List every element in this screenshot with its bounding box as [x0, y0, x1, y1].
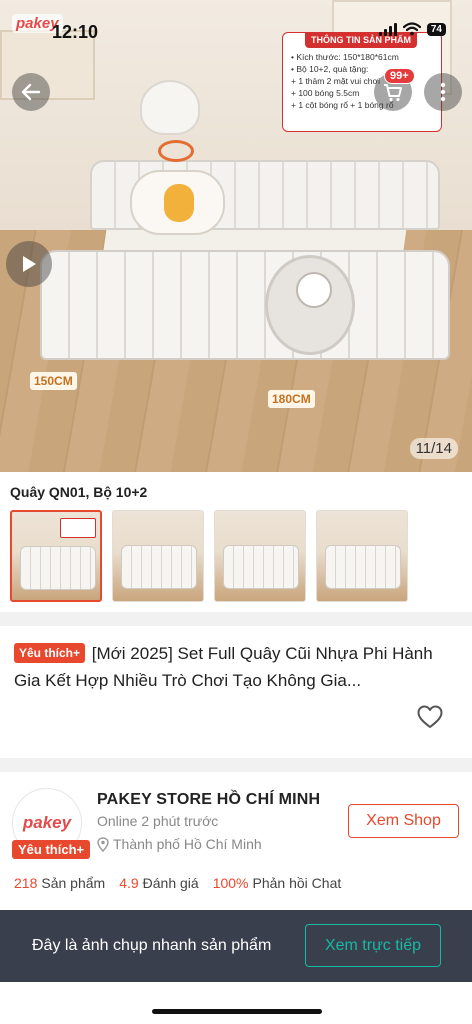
- shop-favorite-plus-tag: Yêu thích+: [12, 840, 91, 859]
- snapshot-notice: Đây là ảnh chụp nhanh sản phẩm: [32, 937, 272, 954]
- shop-location: Thành phố Hồ Chí Minh: [97, 836, 262, 852]
- section-divider: [0, 612, 472, 626]
- shop-online-status: Online 2 phút trước: [97, 813, 219, 829]
- info-line: + 1 cột bóng rổ + 1 bóng rổ: [291, 100, 394, 110]
- info-line: • Kích thước: 150*180*61cm: [291, 52, 399, 62]
- dimension-width-label: 150CM: [30, 372, 77, 390]
- play-video-button[interactable]: [6, 241, 52, 287]
- stat-chat-response: 100% Phản hồi Chat: [212, 875, 342, 891]
- cart-icon: [384, 84, 402, 102]
- back-button[interactable]: [12, 73, 50, 111]
- more-options-button[interactable]: [424, 73, 462, 111]
- snapshot-banner: Đây là ảnh chụp nhanh sản phẩm Xem trực …: [0, 910, 472, 982]
- astronaut-door: [265, 255, 355, 355]
- section-divider: [0, 758, 472, 772]
- variant-thumbnail-list: [10, 510, 408, 602]
- playpen-front-panels: [40, 250, 450, 360]
- wifi-icon: [402, 22, 421, 36]
- shop-stats: 218 Sản phẩm 4.9 Đánh giá 100% Phản hồi Cha…: [14, 875, 341, 891]
- home-indicator[interactable]: [152, 1009, 322, 1014]
- product-title: Yêu thích+ [Mới 2025] Set Full Quây Cũi …: [14, 640, 462, 694]
- image-counter: 11/14: [409, 438, 458, 459]
- shop-name[interactable]: PAKEY STORE HỒ CHÍ MINH: [97, 791, 320, 809]
- product-title-block: Yêu thích+ [Mới 2025] Set Full Quây Cũi …: [14, 640, 462, 694]
- activity-board: [130, 170, 225, 235]
- variant-thumbnail[interactable]: [316, 510, 408, 602]
- play-icon: [23, 256, 36, 272]
- view-shop-button[interactable]: Xem Shop: [348, 804, 459, 838]
- thumbnail-playpen: [121, 545, 197, 589]
- shop-location-text: Thành phố Hồ Chí Minh: [113, 836, 262, 852]
- cellular-signal-icon: [378, 22, 397, 36]
- playpen-illustration: [30, 140, 450, 390]
- variant-thumbnail-selected[interactable]: [10, 510, 102, 602]
- basketball-hoop-ring: [158, 140, 194, 162]
- stat-products: 218 Sản phẩm: [14, 875, 106, 891]
- variant-thumbnail[interactable]: [214, 510, 306, 602]
- stat-rating: 4.9 Đánh giá: [119, 875, 199, 891]
- cart-count-badge: 99+: [384, 68, 415, 84]
- location-pin-icon: [97, 836, 109, 852]
- basketball-hoop-backboard: [140, 80, 200, 135]
- status-icons: 74: [378, 22, 446, 36]
- thumbnail-playpen: [325, 545, 401, 589]
- dimension-length-label: 180CM: [268, 390, 315, 408]
- arrow-left-icon: [21, 83, 41, 101]
- status-time: 12:10: [52, 22, 99, 42]
- info-line: + 100 bóng 5.5cm: [291, 88, 360, 98]
- view-live-button[interactable]: Xem trực tiếp: [305, 924, 441, 967]
- heart-icon[interactable]: [416, 704, 444, 730]
- thumbnail-playpen: [20, 546, 96, 590]
- thumbnail-playpen: [223, 545, 299, 589]
- thumbnail-info-card: [60, 518, 96, 538]
- product-snapshot-page: 150CM 180CM THÔNG TIN SẢN PHẨM • Kích th…: [0, 0, 472, 1024]
- selected-variant-label: Quây QN01, Bộ 10+2: [10, 484, 148, 500]
- product-info-card: THÔNG TIN SẢN PHẨM • Kích thước: 150*180…: [282, 32, 442, 132]
- variant-thumbnail[interactable]: [112, 510, 204, 602]
- battery-indicator: 74: [426, 22, 446, 36]
- favorite-plus-tag: Yêu thích+: [14, 643, 86, 663]
- more-vertical-icon: [440, 82, 446, 102]
